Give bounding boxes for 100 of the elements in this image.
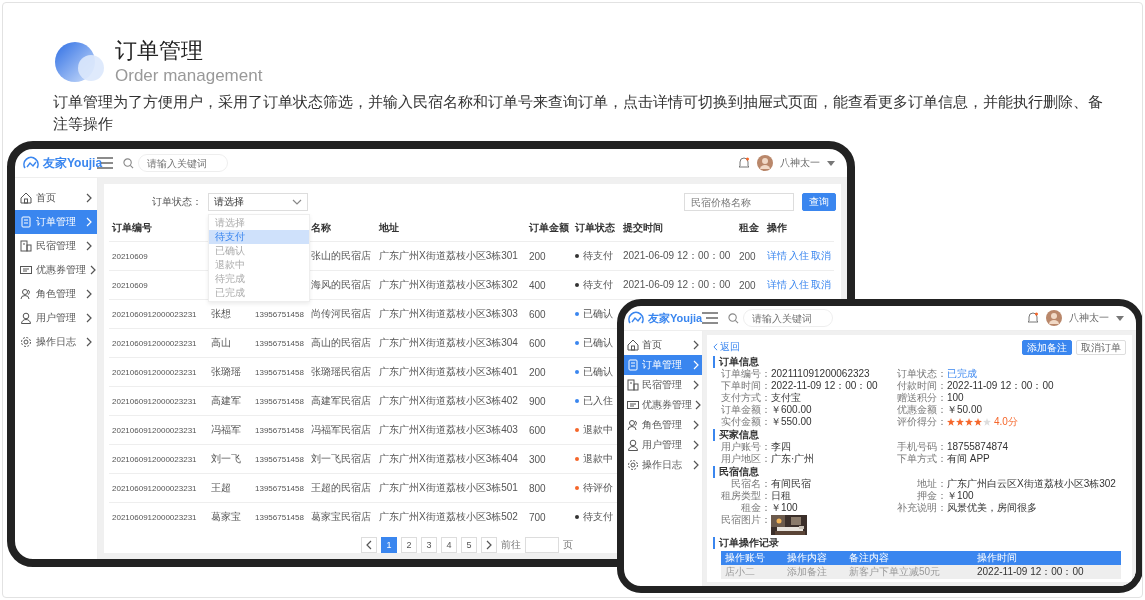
table-cell: 广东广州X街道荔枝小区3栋402 bbox=[376, 386, 526, 416]
action-link[interactable]: 详情 bbox=[767, 278, 787, 292]
field-label: 民宿名： bbox=[730, 478, 771, 490]
table-cell: 600 bbox=[526, 328, 572, 358]
building-icon bbox=[627, 379, 639, 391]
cancel-order-button[interactable]: 取消订单 bbox=[1076, 339, 1126, 355]
section-title: 订单信息 bbox=[713, 356, 1126, 368]
page-button[interactable]: 3 bbox=[421, 537, 437, 553]
field-label: 租金： bbox=[740, 502, 771, 514]
table-cell: 700 bbox=[526, 502, 572, 531]
search-button[interactable]: 查询 bbox=[802, 193, 836, 211]
user-name[interactable]: 八神太一 bbox=[1069, 311, 1109, 325]
page-suffix: 页 bbox=[563, 538, 573, 552]
previous-page-button[interactable] bbox=[361, 537, 377, 553]
sidebar-item[interactable]: 首页 bbox=[15, 186, 97, 210]
menu-icon[interactable] bbox=[702, 312, 718, 324]
sidebar-item[interactable]: 优惠券管理 bbox=[624, 395, 702, 415]
add-note-button[interactable]: 添加备注 bbox=[1022, 339, 1072, 355]
page-button[interactable]: 5 bbox=[461, 537, 477, 553]
field-label: 优惠金额： bbox=[896, 404, 947, 416]
sidebar-item[interactable]: 订单管理 bbox=[15, 210, 97, 234]
user-name[interactable]: 八神太一 bbox=[780, 156, 820, 170]
chevron-right-icon bbox=[86, 313, 92, 323]
sidebar-item[interactable]: 民宿管理 bbox=[15, 234, 97, 258]
chevron-left-icon bbox=[366, 540, 372, 550]
table-cell: 高建军 bbox=[208, 386, 252, 416]
action-link[interactable]: 取消 bbox=[811, 249, 831, 263]
status-label: 待支付 bbox=[575, 510, 617, 524]
table-cell: 2021060912000023231 bbox=[109, 415, 208, 445]
field-label: 支付方式： bbox=[720, 392, 771, 404]
bell-icon[interactable] bbox=[738, 157, 750, 169]
table-cell: 高山 bbox=[208, 328, 252, 358]
table-cell: 王超 bbox=[208, 473, 252, 503]
table-cell: 2021060912000023231 bbox=[109, 357, 208, 387]
page-button[interactable]: 1 bbox=[381, 537, 397, 553]
sidebar-item[interactable]: 优惠券管理 bbox=[15, 258, 97, 282]
table-cell: 广东广州X街道荔枝小区3栋302 bbox=[376, 270, 526, 300]
next-page-button[interactable] bbox=[481, 537, 497, 553]
avatar[interactable] bbox=[1046, 310, 1062, 326]
table-cell: 冯福军 bbox=[208, 415, 252, 445]
table-cell: 刘一飞 bbox=[208, 444, 252, 474]
back-link[interactable]: 返回 bbox=[713, 340, 740, 354]
sidebar-item[interactable]: 订单管理 bbox=[624, 355, 702, 375]
table-cell: 2021060912000023231 bbox=[109, 473, 208, 503]
sidebar-item[interactable]: 用户管理 bbox=[624, 435, 702, 455]
caret-icon[interactable] bbox=[1116, 315, 1124, 321]
section-title: 订单操作记录 bbox=[713, 537, 1126, 549]
field-label: 订单状态： bbox=[896, 368, 947, 380]
action-link[interactable]: 入住 bbox=[789, 278, 809, 292]
search-field[interactable]: 请输入关键词 bbox=[138, 154, 228, 172]
gear-icon bbox=[627, 459, 639, 471]
search-field[interactable]: 请输入关键词 bbox=[743, 309, 833, 327]
chevron-right-icon bbox=[86, 241, 92, 251]
bell-icon[interactable] bbox=[1027, 312, 1039, 324]
sidebar-item[interactable]: 操作日志 bbox=[15, 330, 97, 354]
field-value: 100 bbox=[947, 392, 964, 404]
status-value: 已完成 bbox=[947, 368, 977, 380]
page-input[interactable] bbox=[525, 537, 559, 553]
field-value: 2022-11-09 12：00：00 bbox=[771, 380, 878, 392]
field-label: 付款时间： bbox=[896, 380, 947, 392]
column-header: 备注内容 bbox=[844, 551, 973, 565]
field-value: ￥50.00 bbox=[947, 404, 983, 416]
search-field[interactable]: 民宿价格名称 bbox=[684, 193, 794, 211]
logo-icon bbox=[53, 40, 107, 84]
sidebar-item[interactable]: 用户管理 bbox=[15, 306, 97, 330]
table-cell: 高建军民宿店 bbox=[308, 386, 376, 416]
table-cell: 广东广州X街道荔枝小区3栋501 bbox=[376, 473, 526, 503]
sidebar-item[interactable]: 首页 bbox=[624, 335, 702, 355]
table-cell: 13956751458 bbox=[252, 444, 308, 474]
table-cell: 张璐瑶民宿店 bbox=[308, 357, 376, 387]
table-cell: 2021-06-09 12：00：00 bbox=[620, 241, 736, 271]
table-cell: 添加备注 bbox=[783, 565, 845, 579]
sidebar-item[interactable]: 角色管理 bbox=[15, 282, 97, 306]
action-link[interactable]: 详情 bbox=[767, 249, 787, 263]
page-button[interactable]: 4 bbox=[441, 537, 457, 553]
field-label: 押金： bbox=[916, 490, 947, 502]
action-link[interactable]: 入住 bbox=[789, 249, 809, 263]
app-logo-text: 友家Youjia bbox=[43, 154, 103, 172]
page-subtitle: Order management bbox=[115, 65, 263, 87]
status-select[interactable]: 请选择 bbox=[208, 193, 308, 211]
table-cell: 2021060912000023231 bbox=[109, 328, 208, 358]
field-label: 评价得分： bbox=[896, 416, 947, 428]
table-cell: 2021060912000023231 bbox=[109, 502, 208, 531]
filter-label: 订单状态： bbox=[151, 195, 203, 209]
avatar[interactable] bbox=[757, 155, 773, 171]
search-icon bbox=[728, 312, 739, 324]
sidebar-item[interactable]: 操作日志 bbox=[624, 455, 702, 475]
table-cell: 葛家宝民宿店 bbox=[308, 502, 376, 531]
caret-icon[interactable] bbox=[827, 160, 835, 166]
field-value: ￥100 bbox=[771, 502, 798, 514]
sidebar-item[interactable]: 角色管理 bbox=[624, 415, 702, 435]
action-link[interactable]: 取消 bbox=[811, 278, 831, 292]
status-label: 已确认 bbox=[575, 336, 617, 350]
page-button[interactable]: 2 bbox=[401, 537, 417, 553]
document-icon bbox=[20, 216, 32, 228]
table-cell: 900 bbox=[526, 386, 572, 416]
table-cell: 13956751458 bbox=[252, 386, 308, 416]
table-cell: 葛家宝 bbox=[208, 502, 252, 531]
sidebar-item[interactable]: 民宿管理 bbox=[624, 375, 702, 395]
field-label: 用户账号： bbox=[720, 441, 771, 453]
